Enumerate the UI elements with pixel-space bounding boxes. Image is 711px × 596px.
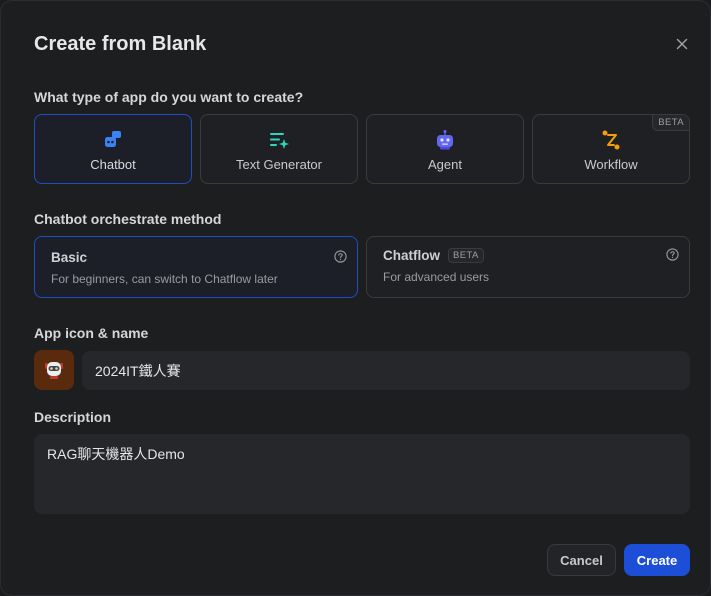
method-chatflow-title: Chatflow BETA [383,248,484,263]
create-button[interactable]: Create [624,544,690,576]
method-basic-desc: For beginners, can switch to Chatflow la… [51,272,278,286]
method-chatflow-title-text: Chatflow [383,248,440,263]
beta-badge: BETA [652,115,689,131]
app-type-agent[interactable]: Agent [366,114,524,184]
cancel-button[interactable]: Cancel [547,544,616,576]
method-basic[interactable]: Basic For beginners, can switch to Chatf… [34,236,358,298]
help-icon[interactable] [334,250,347,263]
create-app-dialog: Create from Blank What type of app do yo… [0,0,711,596]
app-type-label-workflow: Workflow [584,157,638,172]
method-chatflow[interactable]: Chatflow BETA For advanced users [366,236,690,298]
agent-icon [437,130,453,150]
robot-avatar-icon [45,362,63,379]
app-type-label: What type of app do you want to create? [34,89,304,105]
method-basic-title: Basic [51,250,87,265]
description-label: Description [34,409,112,425]
help-icon[interactable] [666,248,679,261]
workflow-icon [602,130,620,150]
app-type-label-text-generator: Text Generator [236,157,322,172]
chatbot-icon [105,131,121,147]
app-type-workflow[interactable]: BETA Workflow [532,114,690,184]
app-type-text-generator[interactable]: Text Generator [200,114,358,184]
app-name-label: App icon & name [34,325,149,341]
app-type-chatbot[interactable]: Chatbot [34,114,192,184]
text-generator-icon [270,133,289,149]
app-icon-picker[interactable] [34,350,74,390]
method-chatflow-desc: For advanced users [383,270,490,284]
orchestrate-label: Chatbot orchestrate method [34,211,222,227]
app-type-label-chatbot: Chatbot [90,157,136,172]
beta-badge: BETA [448,248,484,263]
app-name-input[interactable] [82,351,690,390]
app-type-label-agent: Agent [428,157,462,172]
description-input[interactable]: RAG聊天機器人Demo [34,434,690,514]
dialog-title: Create from Blank [34,33,207,55]
close-icon[interactable] [673,35,691,53]
method-basic-title-text: Basic [51,250,88,265]
